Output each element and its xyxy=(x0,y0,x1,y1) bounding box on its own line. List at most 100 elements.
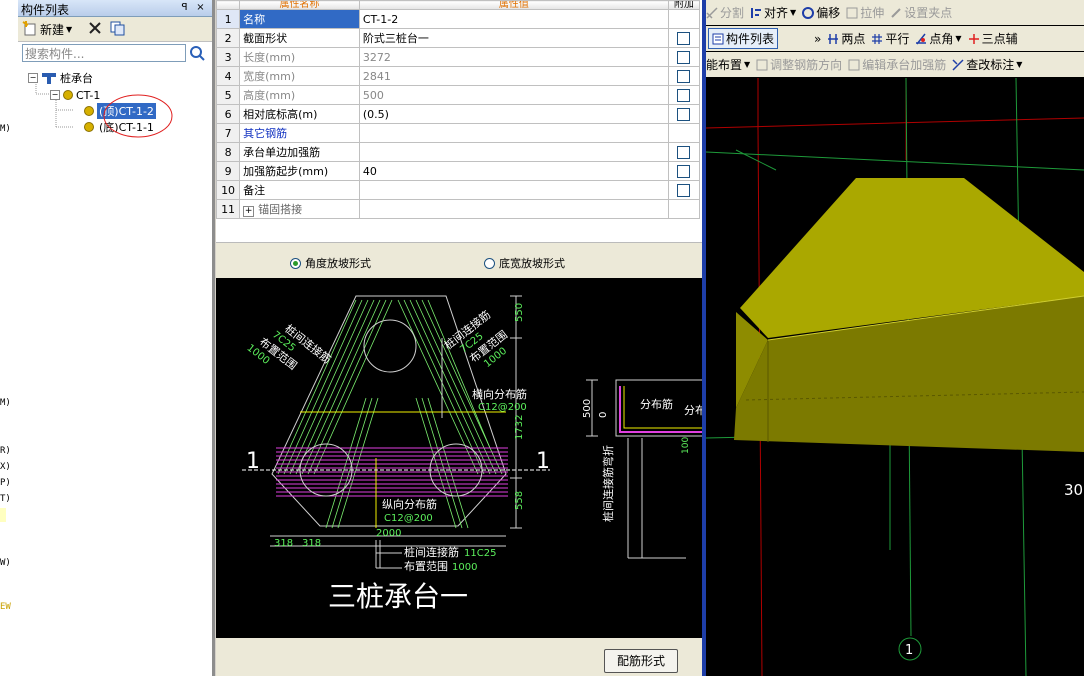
vertical-dist-text: 纵向分布筋 xyxy=(382,497,437,511)
table-row[interactable]: 10 备注 xyxy=(215,180,701,200)
table-row[interactable]: 7 其它钢筋 xyxy=(215,123,701,143)
row-extra xyxy=(667,104,701,124)
append-checkbox[interactable] xyxy=(677,164,691,178)
row-extra xyxy=(667,66,701,86)
row-number: 5 xyxy=(215,85,241,105)
dimension-text: 30 xyxy=(1064,481,1083,499)
radio-label: 底宽放坡形式 xyxy=(499,257,565,270)
property-name: 加强筋起步(mm) xyxy=(239,161,360,181)
radio-angle-slope[interactable]: 角度放坡形式 xyxy=(290,255,371,271)
row-extra xyxy=(667,9,701,29)
property-value[interactable]: 阶式三桩台一 xyxy=(358,28,669,48)
point-angle-tool[interactable]: 点角 ▼ xyxy=(915,30,962,47)
adjust-rebar-direction-tool[interactable]: 调整钢筋方向 xyxy=(756,56,842,73)
search-icon[interactable] xyxy=(188,44,206,62)
dim-318b: 318 xyxy=(302,538,321,549)
table-row[interactable]: 4 宽度(mm) 2841 xyxy=(215,66,701,86)
two-point-icon xyxy=(828,33,839,44)
tool-label: 三点辅 xyxy=(981,32,1018,46)
tool-label: 点角 xyxy=(929,32,954,46)
collapse-icon[interactable]: − xyxy=(50,90,60,100)
toolbar-rebar: 能布置 ▼ 调整钢筋方向 编辑承台加强筋 查改标注 ▼ xyxy=(706,52,1084,77)
row-extra xyxy=(667,28,701,48)
append-checkbox[interactable] xyxy=(677,31,691,45)
table-row[interactable]: 2 截面形状 阶式三桩台一 xyxy=(215,28,701,48)
align-tool[interactable]: 对齐 ▼ xyxy=(750,4,796,21)
append-checkbox[interactable] xyxy=(677,183,691,197)
tool-label: 设置夹点 xyxy=(904,6,953,20)
table-row[interactable]: 3 长度(mm) 3272 xyxy=(215,47,701,67)
section-mark-left: 1 xyxy=(246,449,260,474)
split-tool[interactable]: 分割 xyxy=(706,4,744,21)
copy-icon[interactable] xyxy=(110,21,126,36)
check-annotation-icon xyxy=(952,58,964,71)
parallel-tool[interactable]: 平行 xyxy=(871,30,909,47)
close-icon[interactable]: × xyxy=(194,1,207,14)
table-row[interactable]: 6 相对底标高(m) (0.5) xyxy=(215,104,701,124)
new-button[interactable]: 新建 ▼ xyxy=(22,20,72,38)
property-value[interactable]: 3272 xyxy=(358,47,669,67)
table-row[interactable]: 9 加强筋起步(mm) 40 xyxy=(215,161,701,181)
section-vertical-text: 桩间连接筋弯折 xyxy=(601,445,615,522)
append-checkbox[interactable] xyxy=(677,107,691,121)
edit-reinforcement-tool[interactable]: 编辑承台加强筋 xyxy=(848,56,946,73)
check-annotation-tool[interactable]: 查改标注 ▼ xyxy=(952,56,1022,73)
property-value[interactable] xyxy=(358,180,669,200)
chevron-down-icon: ▼ xyxy=(1016,60,1023,69)
tree-label: 桩承台 xyxy=(60,72,93,85)
stretch-tool[interactable]: 拉伸 xyxy=(846,4,884,21)
property-value[interactable]: (0.5) xyxy=(358,104,669,124)
offset-icon xyxy=(802,6,815,19)
tool-label: 偏移 xyxy=(816,6,841,20)
delete-icon[interactable] xyxy=(88,21,102,35)
tree-item-group[interactable]: − CT-1 xyxy=(50,87,100,103)
two-point-tool[interactable]: 两点 xyxy=(827,30,865,47)
offset-tool[interactable]: 偏移 xyxy=(802,4,840,21)
chevron-down-icon: ▼ xyxy=(744,60,751,69)
smart-layout-tool[interactable]: 能布置 ▼ xyxy=(706,56,750,73)
row-number: 7 xyxy=(215,123,241,143)
property-name: 备注 xyxy=(239,180,360,200)
gear-icon xyxy=(63,90,73,100)
property-value[interactable] xyxy=(358,123,669,143)
radio-label: 角度放坡形式 xyxy=(305,257,371,270)
table-row[interactable]: 8 承台单边加强筋 xyxy=(215,142,701,162)
tool-label: 两点 xyxy=(841,32,866,46)
horizontal-dist-text: 横向分布筋 xyxy=(472,387,527,401)
set-grip-tool[interactable]: 设置夹点 xyxy=(890,4,952,21)
row-extra xyxy=(667,199,701,219)
collapse-icon[interactable]: − xyxy=(28,73,38,83)
more-tools[interactable]: » xyxy=(814,32,821,46)
table-row[interactable]: 5 高度(mm) 500 xyxy=(215,85,701,105)
search-input[interactable]: 搜索构件... xyxy=(22,44,186,62)
strip-label: X) xyxy=(0,462,11,472)
row-extra xyxy=(667,47,701,67)
strip-marker xyxy=(0,508,6,522)
property-value[interactable]: CT-1-2 xyxy=(358,9,669,29)
property-value[interactable] xyxy=(358,199,669,219)
new-button-label: 新建 xyxy=(40,22,65,37)
table-row[interactable]: 1 名称 CT-1-2 xyxy=(215,9,701,29)
append-checkbox[interactable] xyxy=(677,69,691,83)
rebar-form-button[interactable]: 配筋形式 xyxy=(604,649,678,673)
three-point-tool[interactable]: 三点辅 xyxy=(968,30,1018,47)
append-checkbox[interactable] xyxy=(677,50,691,64)
strip-label: R) xyxy=(0,446,11,456)
append-checkbox[interactable] xyxy=(677,145,691,159)
expand-icon[interactable]: + xyxy=(243,206,255,217)
section-0: 0 xyxy=(598,412,609,418)
3d-viewport[interactable]: 1 30 分割 对齐 ▼ 偏移 拉伸 设置夹点 构件列表 » 两点 平行 点角 ▼ … xyxy=(706,0,1084,676)
row-number: 10 xyxy=(215,180,241,200)
property-name: 承台单边加强筋 xyxy=(239,142,360,162)
append-checkbox[interactable] xyxy=(677,88,691,102)
property-value[interactable]: 500 xyxy=(358,85,669,105)
tree-item-root[interactable]: − 桩承台 xyxy=(28,70,93,86)
property-value[interactable]: 2841 xyxy=(358,66,669,86)
component-list-toggle[interactable]: 构件列表 xyxy=(708,28,779,49)
radio-bottom-width-slope[interactable]: 底宽放坡形式 xyxy=(484,255,565,271)
property-value[interactable] xyxy=(358,142,669,162)
edit-reinforcement-icon xyxy=(848,59,860,70)
pin-icon[interactable]: ꟼ xyxy=(178,1,191,14)
table-row[interactable]: 11 + 锚固搭接 xyxy=(215,199,701,219)
property-value[interactable]: 40 xyxy=(358,161,669,181)
